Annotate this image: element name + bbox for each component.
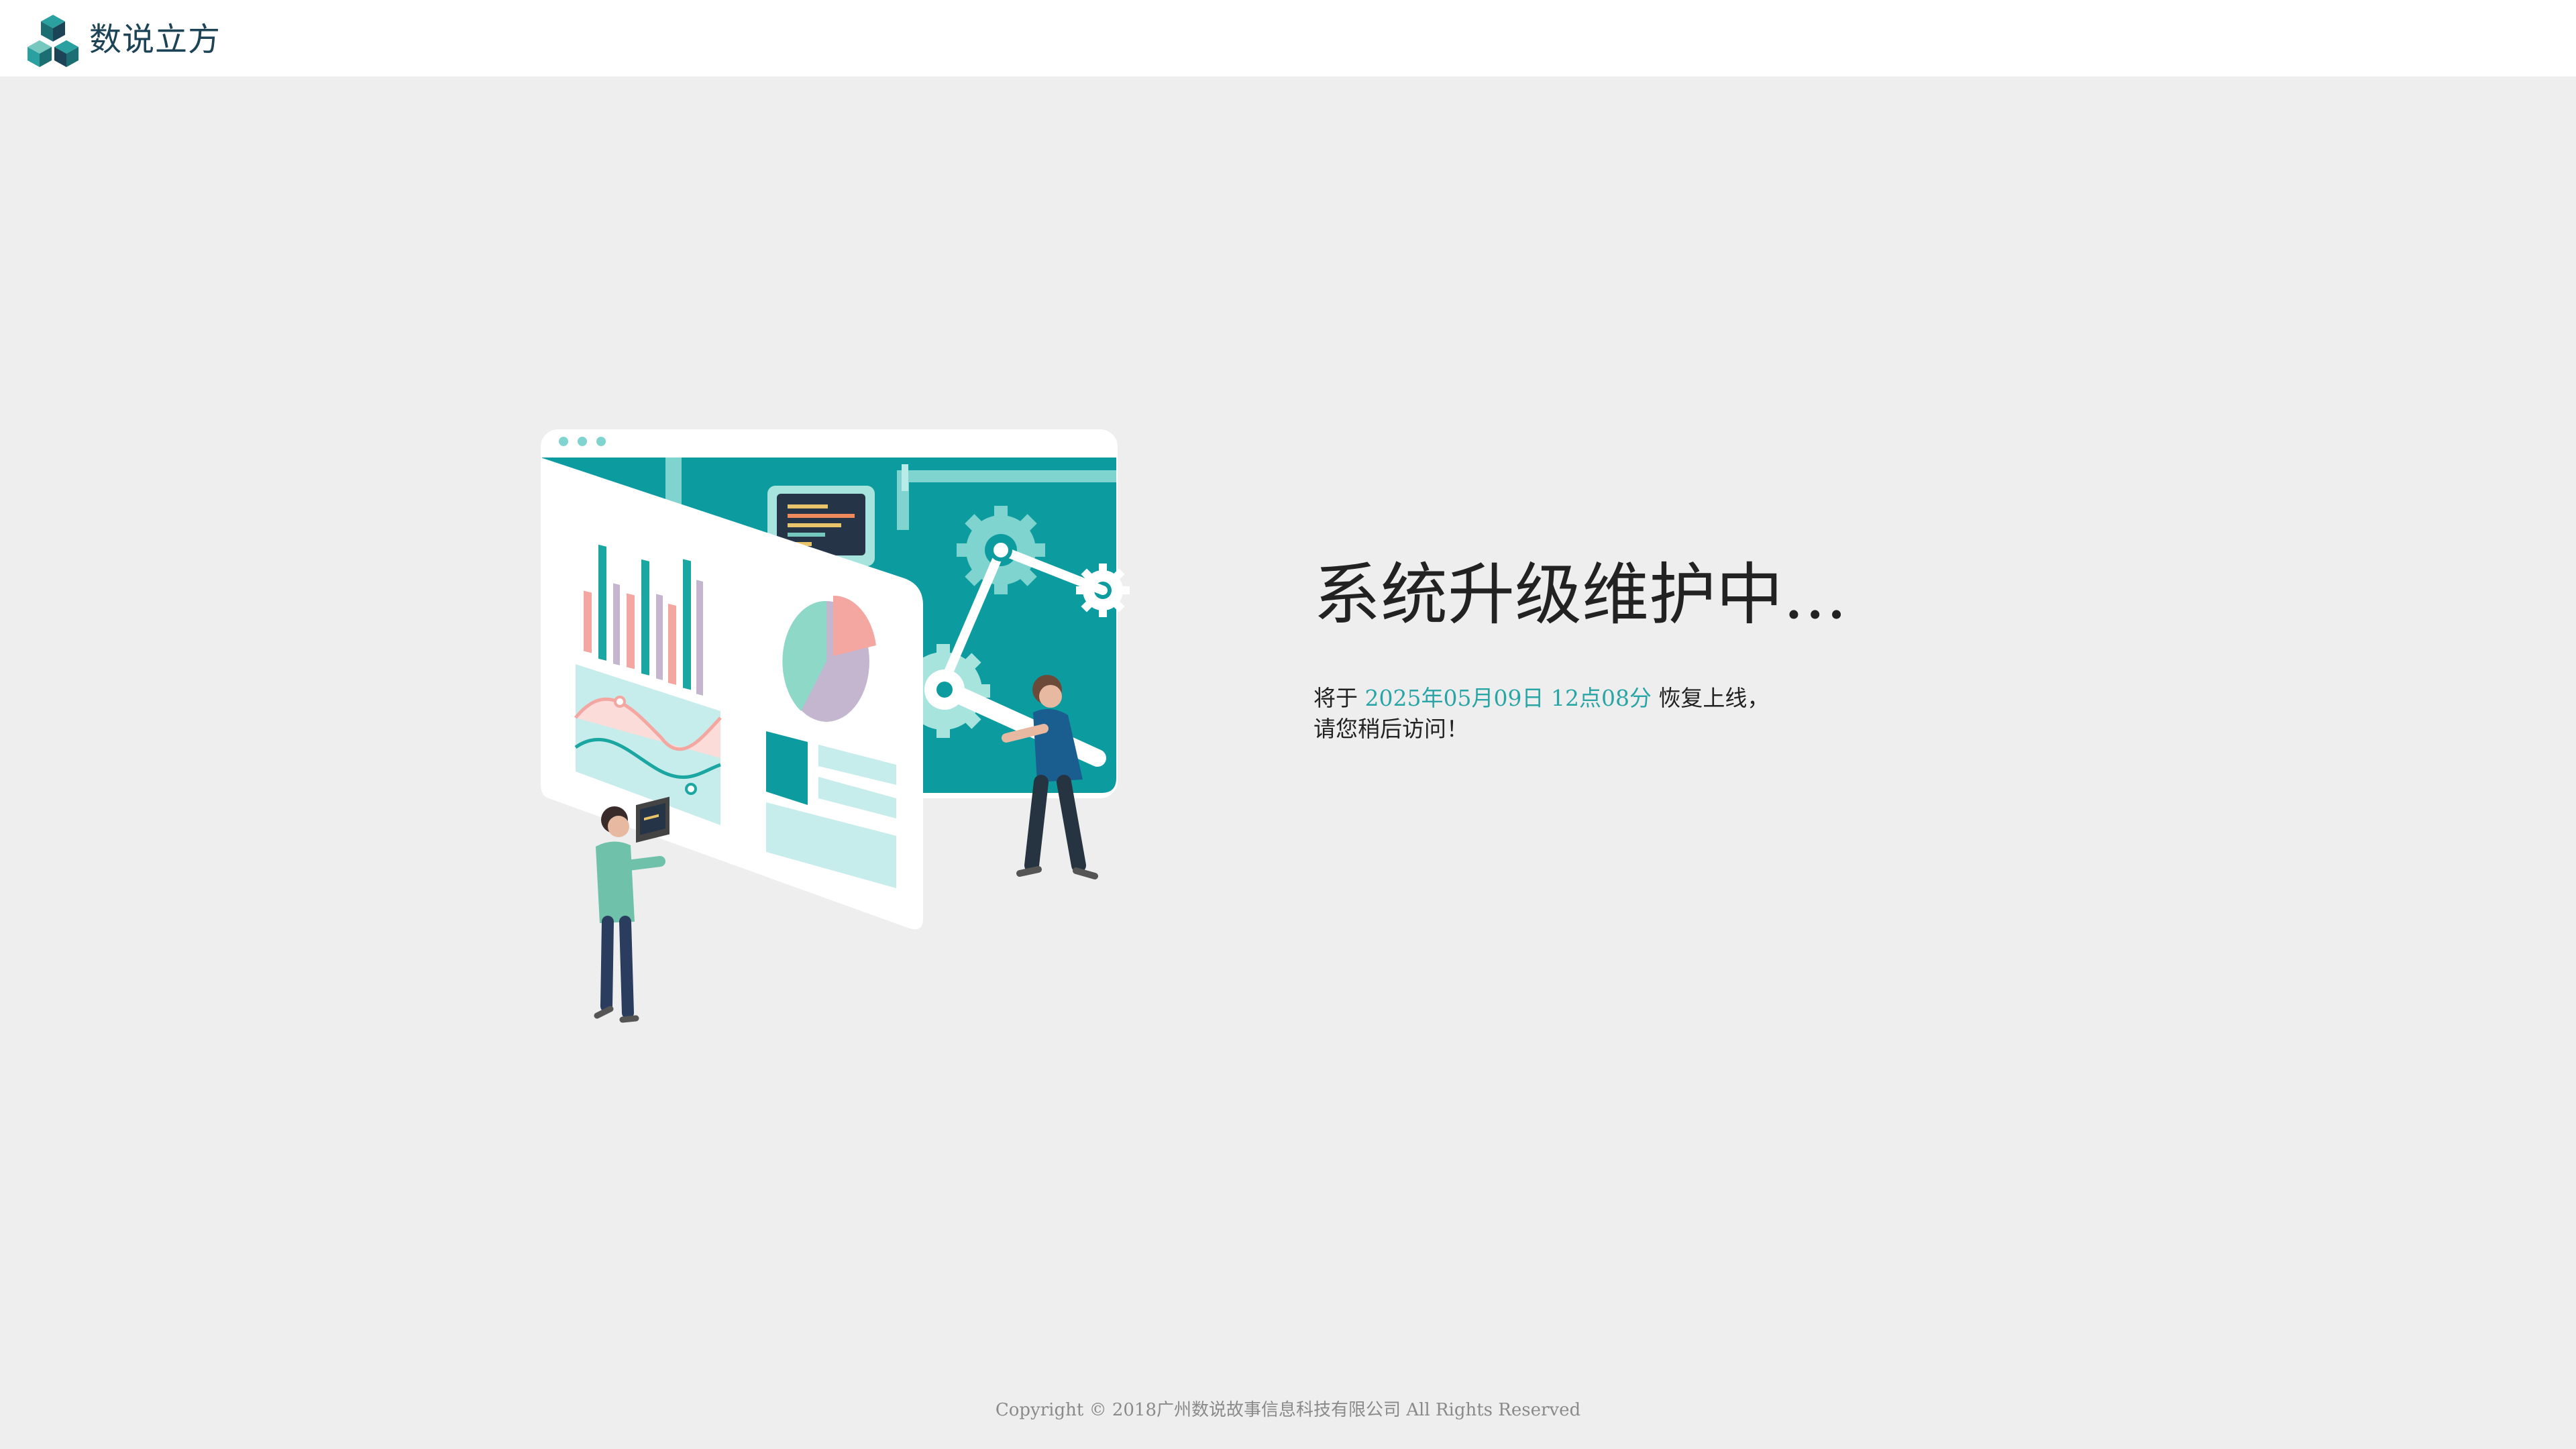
copyright-footer: Copyright © 2018广州数说故事信息科技有限公司 All Right… [995,1400,1581,1420]
notice-suffix: 恢复上线， [1651,685,1770,711]
brand-name[interactable]: 数说立方 [89,18,221,61]
restore-time: 2025年05月09日 12点08分 [1364,685,1652,711]
maintenance-notice: 将于 2025年05月09日 12点08分 恢复上线， 请您稍后访问！ [1313,683,1769,745]
cube-logo-icon[interactable] [25,13,81,68]
top-bar: 数说立方 [0,0,2576,76]
maintenance-illustration [541,429,1130,1023]
notice-line-1: 将于 2025年05月09日 12点08分 恢复上线， [1313,683,1769,714]
notice-line-2: 请您稍后访问！ [1313,716,1468,742]
maintenance-title: 系统升级维护中... [1313,555,1847,634]
notice-prefix: 将于 [1313,685,1365,711]
